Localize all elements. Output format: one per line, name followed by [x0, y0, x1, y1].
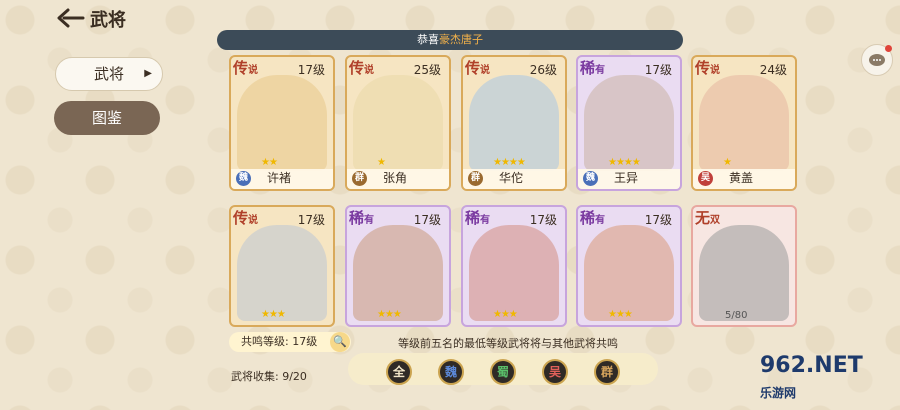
filter-shu[interactable]: 蜀	[490, 359, 516, 385]
portrait-image	[237, 225, 327, 321]
general-card[interactable]: 传说 24级 ★ 吴 黄盖	[691, 55, 797, 191]
level-label: 26级	[529, 63, 557, 77]
faction-badge: 魏	[583, 171, 598, 186]
level-label: 17级	[644, 63, 672, 77]
level-label: 17级	[297, 213, 325, 227]
filter-qun[interactable]: 群	[594, 359, 620, 385]
level-label: 24级	[759, 63, 787, 77]
general-card[interactable]: 传说 26级 ★★★★ 群 华佗	[461, 55, 567, 191]
general-card[interactable]: 稀有 17级 ★★★★ 魏 王异	[576, 55, 682, 191]
star-rating: ★★	[261, 157, 278, 168]
star-rating: ★★★★	[608, 157, 641, 168]
watermark-sub: 乐游网	[760, 386, 797, 400]
magnifier-icon[interactable]: 🔍	[330, 332, 350, 352]
shard-count: 5/80	[725, 310, 748, 321]
rarity-label: 稀有	[580, 209, 606, 227]
general-name: 黄盖	[729, 171, 754, 185]
general-card[interactable]: 稀有 17级 ★★★	[576, 205, 682, 327]
general-card[interactable]: 稀有 17级 ★★★	[461, 205, 567, 327]
filter-wu[interactable]: 吴	[542, 359, 568, 385]
rarity-label: 传说	[465, 59, 491, 77]
portrait-image	[699, 75, 789, 171]
portrait-image	[469, 225, 559, 321]
general-card-locked[interactable]: 无双 5/80	[691, 205, 797, 327]
general-card[interactable]: 传说 17级 ★★★	[229, 205, 335, 327]
rarity-label: 稀有	[465, 209, 491, 227]
level-label: 17级	[529, 213, 557, 227]
tab-arrow-icon: ▶	[144, 68, 152, 79]
portrait-image	[699, 225, 789, 321]
tab-generals[interactable]: 武将 ▶	[55, 57, 163, 91]
rarity-label: 稀有	[580, 59, 606, 77]
faction-badge: 吴	[698, 171, 713, 186]
announcement-prefix: 恭喜	[417, 33, 439, 46]
tab-codex[interactable]: 图鉴	[54, 101, 160, 135]
rarity-label: 无双	[695, 209, 721, 227]
star-rating: ★★★	[261, 309, 286, 320]
level-label: 17级	[413, 213, 441, 227]
rarity-label: 传说	[233, 209, 259, 227]
back-arrow-icon[interactable]	[56, 7, 86, 29]
notification-dot	[885, 45, 892, 52]
general-name: 王异	[614, 171, 639, 185]
watermark-text: 962.NET	[760, 353, 863, 378]
level-label: 25级	[413, 63, 441, 77]
star-rating: ★★★	[377, 309, 402, 320]
portrait-image	[584, 225, 674, 321]
filter-all[interactable]: 全	[386, 359, 412, 385]
general-card[interactable]: 稀有 17级 ★★★	[345, 205, 451, 327]
general-name: 张角	[383, 171, 408, 185]
rarity-label: 传说	[349, 59, 375, 77]
general-card[interactable]: 传说 25级 ★ 群 张角	[345, 55, 451, 191]
star-rating: ★	[377, 157, 386, 168]
star-rating: ★	[723, 157, 732, 168]
faction-badge: 群	[468, 171, 483, 186]
star-rating: ★★★★	[493, 157, 526, 168]
level-label: 17级	[644, 213, 672, 227]
portrait-image	[353, 75, 443, 171]
announcement-banner: 恭喜豪杰唐子	[217, 30, 683, 50]
filter-wei[interactable]: 魏	[438, 359, 464, 385]
faction-badge: 魏	[236, 171, 251, 186]
tab-codex-label: 图鉴	[91, 109, 122, 127]
level-label: 17级	[297, 63, 325, 77]
rarity-label: 稀有	[349, 209, 375, 227]
chat-button[interactable]	[861, 44, 893, 76]
portrait-image	[353, 225, 443, 321]
star-rating: ★★★	[608, 309, 633, 320]
faction-badge: 群	[352, 171, 367, 186]
resonance-hint: 等级前五名的最低等级武将将与其他武将共鸣	[398, 337, 618, 350]
star-rating: ★★★	[493, 309, 518, 320]
general-card[interactable]: 传说 17级 ★★ 魏 许褚	[229, 55, 335, 191]
general-name: 许褚	[267, 171, 292, 185]
tab-generals-label: 武将	[93, 65, 124, 83]
collection-count: 武将收集: 9/20	[231, 370, 307, 383]
rarity-label: 传说	[233, 59, 259, 77]
rarity-label: 传说	[695, 59, 721, 77]
announcement-highlight: 豪杰唐子	[439, 33, 483, 46]
general-name: 华佗	[499, 171, 524, 185]
page-title: 武将	[90, 10, 126, 31]
portrait-image	[237, 75, 327, 171]
watermark-logo: 962.NET 乐游网	[760, 353, 863, 403]
